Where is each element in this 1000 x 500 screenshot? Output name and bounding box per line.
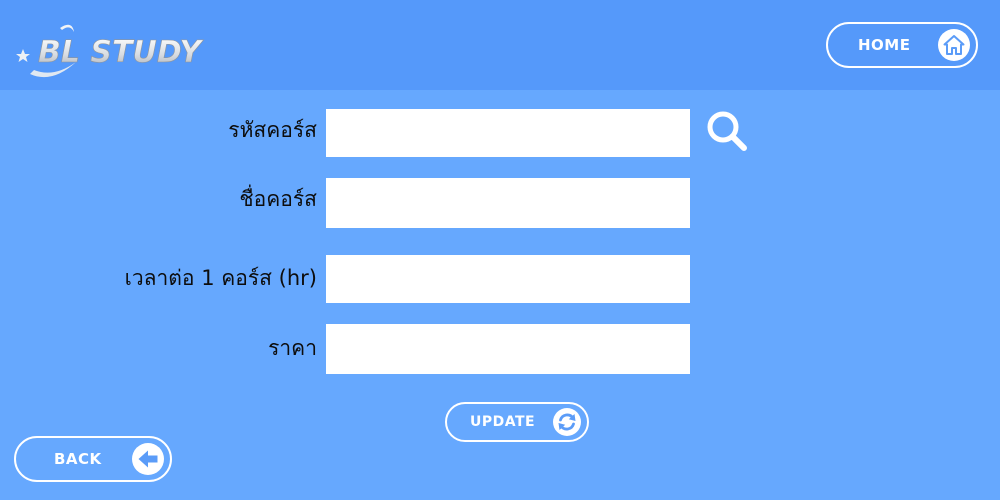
logo-text: BL STUDY xyxy=(38,35,204,70)
arrow-left-icon xyxy=(132,443,164,475)
logo[interactable]: BL STUDY xyxy=(16,22,216,80)
update-button[interactable]: UPDATE xyxy=(445,402,589,442)
price-label: ราคา xyxy=(268,336,317,360)
back-button[interactable]: BACK xyxy=(14,436,172,482)
course-id-label: รหัสคอร์ส xyxy=(228,118,317,142)
update-button-label: UPDATE xyxy=(470,414,536,430)
home-icon xyxy=(938,29,970,61)
search-icon[interactable] xyxy=(704,108,750,154)
price-input[interactable] xyxy=(326,324,690,374)
home-button[interactable]: HOME xyxy=(826,22,978,68)
star-moon-logo-icon: BL STUDY xyxy=(16,24,205,78)
refresh-icon xyxy=(553,408,581,436)
back-button-label: BACK xyxy=(54,450,102,468)
course-name-label: ชื่อคอร์ส xyxy=(239,187,317,211)
header-bar: BL STUDY HOME xyxy=(0,0,1000,90)
course-id-input[interactable] xyxy=(326,109,690,157)
course-name-input[interactable] xyxy=(326,178,690,228)
course-duration-input[interactable] xyxy=(326,255,690,303)
home-button-label: HOME xyxy=(858,36,911,54)
course-duration-label: เวลาต่อ 1 คอร์ส (hr) xyxy=(124,266,317,290)
